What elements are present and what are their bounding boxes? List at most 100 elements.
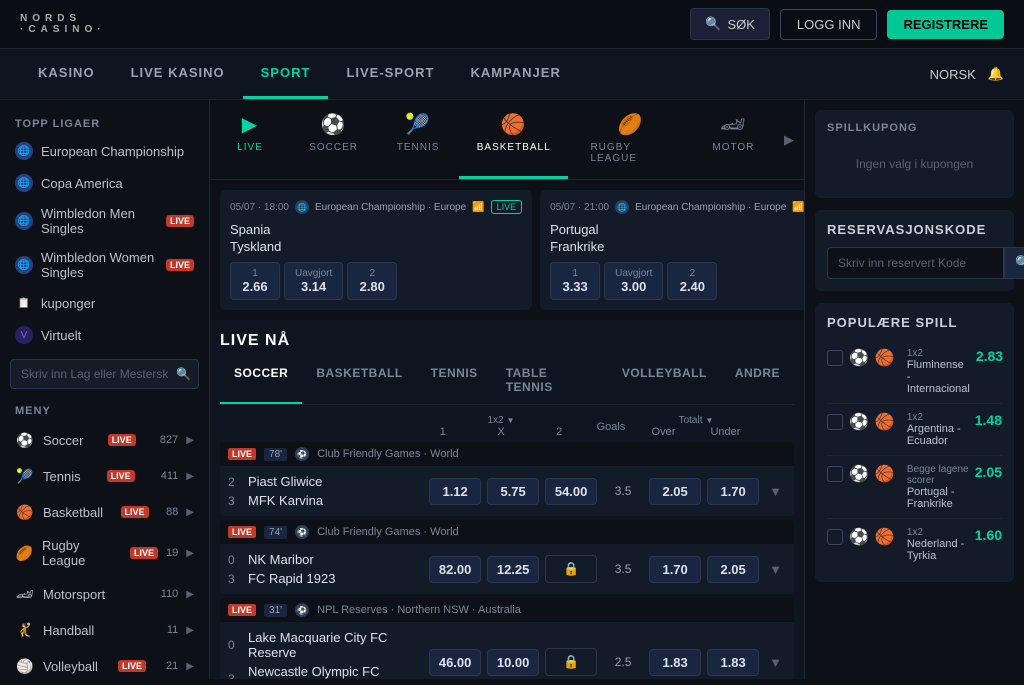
odd-x-button[interactable]: Uavgjort 3.00	[604, 262, 663, 300]
sub-tab-basketball[interactable]: BASKETBALL	[302, 358, 416, 404]
reservasjon-input[interactable]	[827, 247, 1004, 279]
popular-checkbox-3[interactable]	[827, 466, 843, 482]
reservasjon-search-button[interactable]: 🔍	[1004, 247, 1024, 279]
odd-2-button[interactable]: 2 2.80	[347, 262, 397, 300]
popular-odds: 2.05	[975, 464, 1002, 480]
expand-chevron[interactable]: ▼	[765, 655, 786, 670]
match-header: 05/07 · 21:00 🌐 European Championship · …	[550, 200, 804, 214]
header-right: 🔍 SØK LOGG INN REGISTRERE	[690, 8, 1004, 40]
menu-item-basketball[interactable]: 🏀 Basketball LIVE 88 ▶	[0, 494, 209, 530]
team1-name: Portugal	[550, 222, 804, 237]
odd-x-button[interactable]: Uavgjort 3.14	[284, 262, 343, 300]
menu-item-rugby[interactable]: 🏉 Rugby League LIVE 19 ▶	[0, 530, 209, 576]
teams-scores: 0 NK Maribor 3 FC Rapid 1923	[228, 550, 423, 588]
league-icon: ⚽	[295, 603, 309, 617]
odd-x-cell[interactable]: 5.75	[487, 478, 539, 505]
under-cell[interactable]: 2.05	[707, 556, 759, 583]
nav-sport[interactable]: SPORT	[243, 49, 329, 99]
notification-icon[interactable]: 🔔	[988, 66, 1004, 82]
menu-item-volleyball[interactable]: 🏐 Volleyball LIVE 21 ▶	[0, 648, 209, 679]
over-cell[interactable]: 1.83	[649, 649, 701, 676]
sub-tab-andre[interactable]: ANDRE	[721, 358, 794, 404]
menu-item-handball[interactable]: 🤾 Handball 11 ▶	[0, 612, 209, 648]
nav-kampanjer[interactable]: KAMPANJER	[452, 49, 578, 99]
nav-live-sport[interactable]: LIVE-SPORT	[328, 49, 452, 99]
main-layout: TOPP LIGAER 🌐 European Championship 🌐 Co…	[0, 100, 1024, 679]
list-item: ⚽ 🏀 1x2 Nederland - Tyrkia 1.60	[827, 519, 1002, 570]
odd-1-cell[interactable]: 1.12	[429, 478, 481, 505]
sub-tab-soccer[interactable]: SOCCER	[220, 358, 302, 404]
odd-1-cell[interactable]: 82.00	[429, 556, 481, 583]
live-play-icon: ▶	[242, 112, 258, 137]
popular-teams: Portugal - Frankrike	[907, 486, 969, 510]
col-x-label: X	[497, 426, 504, 438]
tennis-tab-icon: 🎾	[405, 112, 431, 137]
menu-item-motorsport[interactable]: 🏎 Motorsport 110 ▶	[0, 576, 209, 612]
table-row: LIVE 78' ⚽ Club Friendly Games · World 2…	[220, 442, 794, 516]
over-cell[interactable]: 1.70	[649, 556, 701, 583]
sidebar-item-wimbledon-men[interactable]: 🌐 Wimbledon Men Singles LIVE	[0, 199, 209, 243]
over-cell[interactable]: 2.05	[649, 478, 701, 505]
search-button[interactable]: 🔍 SØK	[690, 8, 770, 40]
sub-tab-volleyball[interactable]: VOLLEYBALL	[608, 358, 721, 404]
menu-item-label: Soccer	[43, 433, 83, 448]
match-row-body: 0 Lake Macquarie City FC Reserve 3 Newca…	[220, 622, 794, 679]
sub-tab-tennis[interactable]: TENNIS	[417, 358, 492, 404]
under-cell[interactable]: 1.83	[707, 649, 759, 676]
tabs-next-arrow[interactable]: ▶	[774, 100, 804, 179]
chevron-icon: ▶	[186, 435, 194, 446]
odd-x-cell[interactable]: 12.25	[487, 556, 539, 583]
tab-soccer[interactable]: ⚽ SOCCER	[290, 100, 377, 179]
match-count: 21	[166, 660, 178, 672]
menu-item-label: Rugby League	[42, 538, 122, 568]
popular-sport-icon: ⚽	[849, 412, 869, 432]
menu-item-soccer[interactable]: ⚽ Soccer LIVE 827 ▶	[0, 422, 209, 458]
sidebar-item-european[interactable]: 🌐 European Championship	[0, 135, 209, 167]
expand-chevron[interactable]: ▼	[765, 562, 786, 577]
logo: NORDS ·CASINO·	[20, 13, 106, 35]
popular-checkbox-2[interactable]	[827, 414, 843, 430]
nav-live-kasino[interactable]: LIVE KASINO	[113, 49, 243, 99]
sidebar-item-label: kuponger	[41, 296, 95, 311]
odd-1-button[interactable]: 1 3.33	[550, 262, 600, 300]
expand-chevron[interactable]: ▼	[765, 484, 786, 499]
sport-tabs: ▶ LIVE ⚽ SOCCER 🎾 TENNIS 🏀 BASKETBALL 🏉 …	[210, 100, 804, 180]
tab-rugby[interactable]: 🏉 RUGBY LEAGUE	[568, 100, 692, 179]
register-button[interactable]: REGISTRERE	[887, 10, 1004, 39]
col-2-label: 2	[556, 426, 562, 438]
match-odds: 1 2.66 Uavgjort 3.14 2 2.80	[230, 262, 522, 300]
soccer-tab-icon: ⚽	[321, 112, 347, 137]
tab-tennis[interactable]: 🎾 TENNIS	[377, 100, 459, 179]
popular-checkbox-4[interactable]	[827, 529, 843, 545]
under-cell[interactable]: 1.70	[707, 478, 759, 505]
tab-motor[interactable]: 🏎 MOTOR	[693, 100, 774, 179]
sidebar-item-virtuelt[interactable]: V Virtuelt	[0, 319, 209, 351]
popular-checkbox-1[interactable]	[827, 350, 843, 366]
basketball-tab-icon: 🏀	[501, 112, 527, 137]
language-selector[interactable]: NORSK	[930, 67, 976, 82]
menu-item-tennis[interactable]: 🎾 Tennis LIVE 411 ▶	[0, 458, 209, 494]
reservasjon-title: RESERVASJONSKODE	[827, 222, 1002, 237]
odd-1-button[interactable]: 1 2.66	[230, 262, 280, 300]
match-league: European Championship · Europe	[635, 202, 786, 213]
sidebar-item-wimbledon-women[interactable]: 🌐 Wimbledon Women Singles LIVE	[0, 243, 209, 287]
signal-icon: 📶	[472, 202, 484, 213]
table-header: 1x2 ▼ 1 X 2 Goals Totalt ▼	[220, 415, 794, 442]
odd-2-button[interactable]: 2 2.40	[667, 262, 717, 300]
odd-x-cell[interactable]: 10.00	[487, 649, 539, 676]
odd-2-cell[interactable]: 54.00	[545, 478, 597, 505]
popular-sport-icon2: 🏀	[875, 348, 895, 368]
match-count: 827	[160, 434, 178, 446]
globe-icon: 🌐	[15, 174, 33, 192]
sidebar-item-kuponger[interactable]: 📋 kuponger	[0, 287, 209, 319]
sub-tab-table-tennis[interactable]: TABLE TENNIS	[492, 358, 608, 404]
odd-1-cell[interactable]: 46.00	[429, 649, 481, 676]
nav-kasino[interactable]: KASINO	[20, 49, 113, 99]
reservasjon-input-group: 🔍	[827, 247, 1002, 279]
sidebar-item-copa[interactable]: 🌐 Copa America	[0, 167, 209, 199]
login-button[interactable]: LOGG INN	[780, 9, 878, 40]
tab-live[interactable]: ▶ LIVE	[210, 100, 290, 179]
globe-icon: 🌐	[15, 256, 33, 274]
tab-basketball[interactable]: 🏀 BASKETBALL	[459, 100, 568, 179]
search-input[interactable]	[10, 359, 199, 389]
